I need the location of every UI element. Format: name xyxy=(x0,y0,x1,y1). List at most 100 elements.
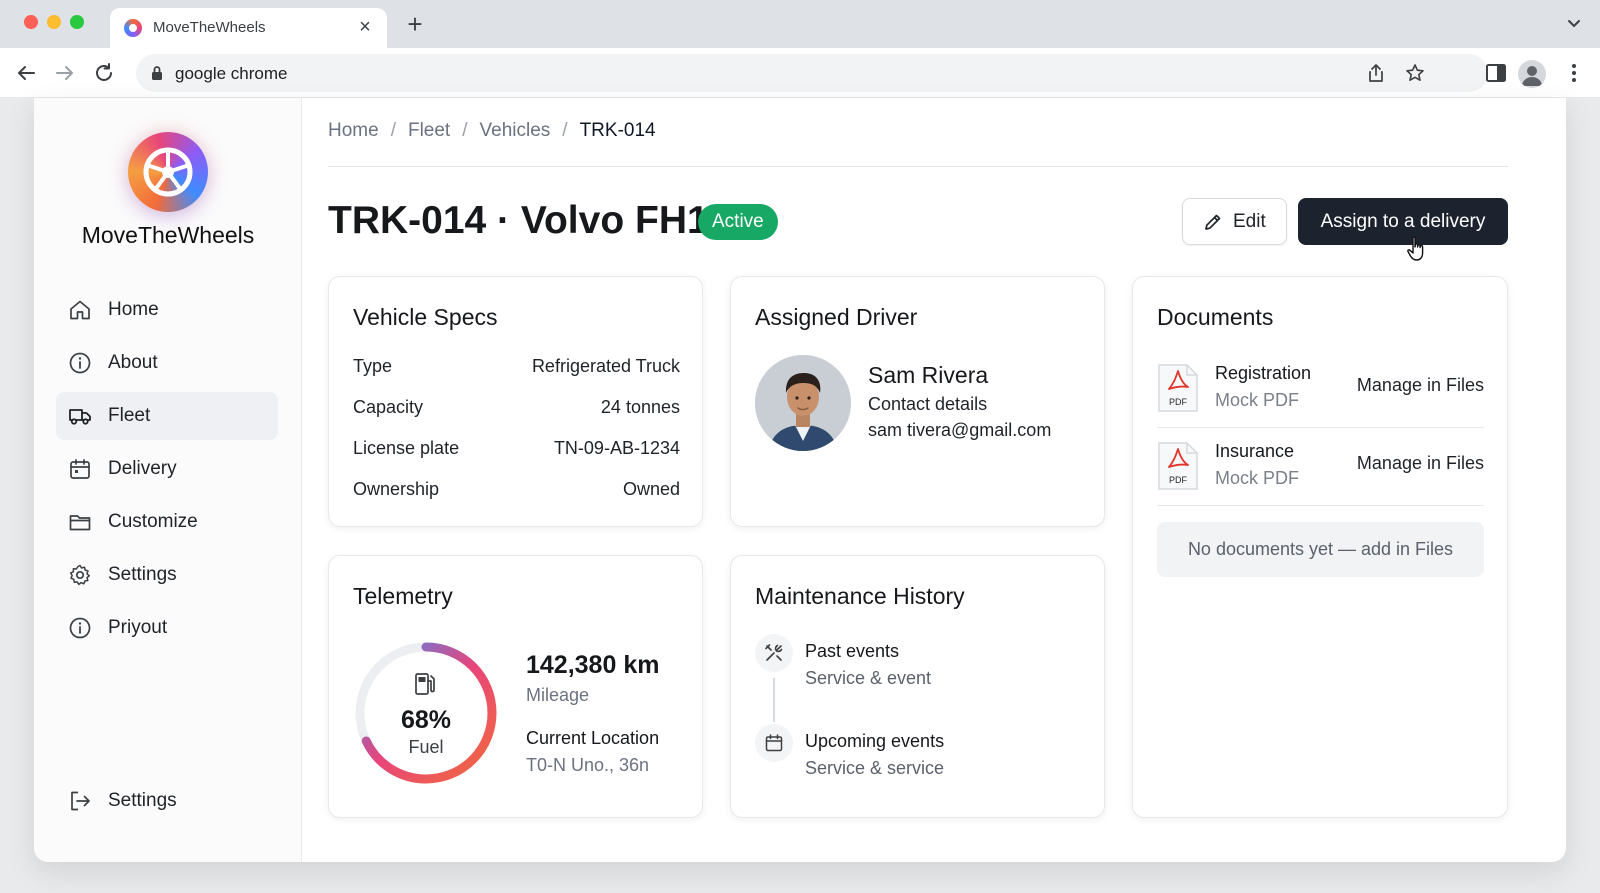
gear-icon xyxy=(69,564,91,586)
folder-icon xyxy=(69,515,91,531)
driver-avatar xyxy=(755,355,851,451)
window-minimize-button[interactable] xyxy=(47,15,61,29)
home-icon xyxy=(70,300,90,320)
maintenance-item-title: Past events xyxy=(805,641,900,661)
browser-toolbar: google chrome xyxy=(0,48,1600,98)
pdf-file-icon: PDF xyxy=(1158,442,1198,490)
mileage-value: 142,380 km xyxy=(526,651,660,679)
breadcrumb-home[interactable]: Home xyxy=(328,120,379,142)
document-name: Registration xyxy=(1215,363,1312,383)
logout-icon xyxy=(71,791,90,811)
edit-button-label: Edit xyxy=(1233,211,1266,232)
brand-logo-wheel-icon xyxy=(128,132,208,212)
browser-tab-bar: MoveTheWheels × + xyxy=(0,0,1600,48)
share-icon[interactable] xyxy=(1366,63,1386,83)
document-item-registration[interactable]: PDF Registration Mock PDF Manage in File… xyxy=(1157,357,1484,427)
card-title: Documents xyxy=(1157,304,1274,330)
bookmark-star-icon[interactable] xyxy=(1405,63,1425,83)
profile-avatar-icon[interactable] xyxy=(1518,60,1546,88)
assigned-driver-card: Assigned Driver Sam Rivera Contact detai… xyxy=(730,276,1105,527)
document-divider xyxy=(1157,427,1484,428)
sidebar-item-label: About xyxy=(108,352,158,373)
breadcrumb: Home / Fleet / Vehicles / TRK-014 xyxy=(328,120,656,142)
edit-button[interactable]: Edit xyxy=(1182,198,1287,245)
sidebar-item-label: Settings xyxy=(108,790,177,811)
breadcrumb-fleet[interactable]: Fleet xyxy=(408,120,450,142)
sidebar-item-label: Home xyxy=(108,299,159,320)
forward-icon[interactable] xyxy=(53,61,77,85)
sidebar-item-delivery[interactable]: Delivery xyxy=(56,445,278,493)
window-close-button[interactable] xyxy=(24,15,38,29)
spec-label: Ownership xyxy=(353,479,440,499)
address-bar[interactable]: google chrome xyxy=(136,54,1488,92)
main-content: Home / Fleet / Vehicles / TRK-014 TRK-014 · Vo… xyxy=(302,98,1566,862)
tools-icon xyxy=(755,634,793,672)
vehicle-specs-card: Vehicle Specs Type Refrigerated Truck Ca… xyxy=(328,276,703,527)
documents-card: Documents PDF Registration Mock PDF Mana… xyxy=(1132,276,1508,818)
card-title: Maintenance History xyxy=(755,583,965,609)
sidebar-item-label: Settings xyxy=(108,564,177,585)
sidebar-item-label: Delivery xyxy=(108,458,177,479)
mileage-label: Mileage xyxy=(526,685,590,705)
side-panel-icon[interactable] xyxy=(1484,61,1508,85)
back-icon[interactable] xyxy=(14,61,38,85)
calendar-icon xyxy=(70,459,90,479)
assign-to-delivery-button[interactable]: Assign to a delivery xyxy=(1298,198,1508,245)
card-title: Telemetry xyxy=(353,583,453,609)
sidebar-item-label: Fleet xyxy=(108,405,151,426)
sidebar-item-about[interactable]: About xyxy=(56,339,278,387)
manage-in-files-link[interactable]: Manage in Files xyxy=(1357,453,1484,474)
current-location-label: Current Location xyxy=(526,728,660,748)
driver-email[interactable]: sam tivera@gmail.com xyxy=(868,420,1051,441)
breadcrumb-current: TRK-014 xyxy=(579,120,656,141)
sidebar-footer-settings[interactable]: Settings xyxy=(56,777,278,825)
spec-label: Capacity xyxy=(353,397,424,417)
current-location-value: T0-N Uno., 36n xyxy=(526,755,650,775)
window-maximize-button[interactable] xyxy=(70,15,84,29)
fuel-label: Fuel xyxy=(408,737,444,757)
more-menu-icon[interactable] xyxy=(1562,61,1586,85)
truck-icon xyxy=(69,409,91,425)
driver-contact-label: Contact details xyxy=(868,394,988,414)
document-type: Mock PDF xyxy=(1215,468,1300,488)
document-divider xyxy=(1157,505,1484,506)
manage-in-files-link[interactable]: Manage in Files xyxy=(1357,375,1484,396)
tab-close-icon[interactable]: × xyxy=(353,15,377,39)
card-title: Vehicle Specs xyxy=(353,304,498,330)
sidebar-item-fleet[interactable]: Fleet xyxy=(56,392,278,440)
new-tab-icon[interactable]: + xyxy=(402,11,428,37)
spec-value: 24 tonnes xyxy=(600,397,680,417)
maintenance-history-card: Maintenance History Past events Service … xyxy=(730,555,1105,818)
empty-documents-notice: No documents yet — add in Files xyxy=(1157,522,1484,577)
info-icon xyxy=(69,352,91,374)
page-title: TRK-014 · Volvo FH16 xyxy=(328,199,731,242)
sidebar-item-home[interactable]: Home xyxy=(56,286,278,334)
pencil-icon xyxy=(1205,214,1221,230)
document-item-insurance[interactable]: PDF Insurance Mock PDF Manage in Files xyxy=(1157,435,1484,505)
brand-name: MoveTheWheels xyxy=(81,222,255,248)
spec-value: TN-09-AB-1234 xyxy=(553,438,680,458)
status-badge: Active xyxy=(698,204,778,240)
calendar-icon xyxy=(755,724,793,762)
maintenance-item-title: Upcoming events xyxy=(805,731,945,751)
fuel-percent: 68% xyxy=(400,706,452,734)
sidebar-item-label: Priyout xyxy=(108,617,168,638)
card-title: Assigned Driver xyxy=(755,304,918,330)
tab-list-chevron-icon[interactable] xyxy=(1564,14,1584,34)
sidebar-item-settings[interactable]: Settings xyxy=(56,551,278,599)
reload-icon[interactable] xyxy=(92,61,116,85)
tab-title: MoveTheWheels xyxy=(153,19,266,36)
info-icon xyxy=(69,617,91,639)
browser-tab[interactable]: MoveTheWheels × xyxy=(110,8,387,48)
url-text: google chrome xyxy=(175,64,288,83)
spec-label: Type xyxy=(353,356,393,376)
maintenance-item-subtitle: Service & event xyxy=(805,668,932,688)
spec-value: Refrigerated Truck xyxy=(531,356,680,376)
lock-icon xyxy=(152,66,162,80)
sidebar-item-customize[interactable]: Customize xyxy=(56,498,278,546)
sidebar-item-priyout[interactable]: Priyout xyxy=(56,604,278,652)
pdf-label: PDF xyxy=(1169,475,1188,485)
breadcrumb-vehicles[interactable]: Vehicles xyxy=(480,120,551,142)
driver-name: Sam Rivera xyxy=(868,362,989,388)
header-divider xyxy=(328,166,1508,167)
